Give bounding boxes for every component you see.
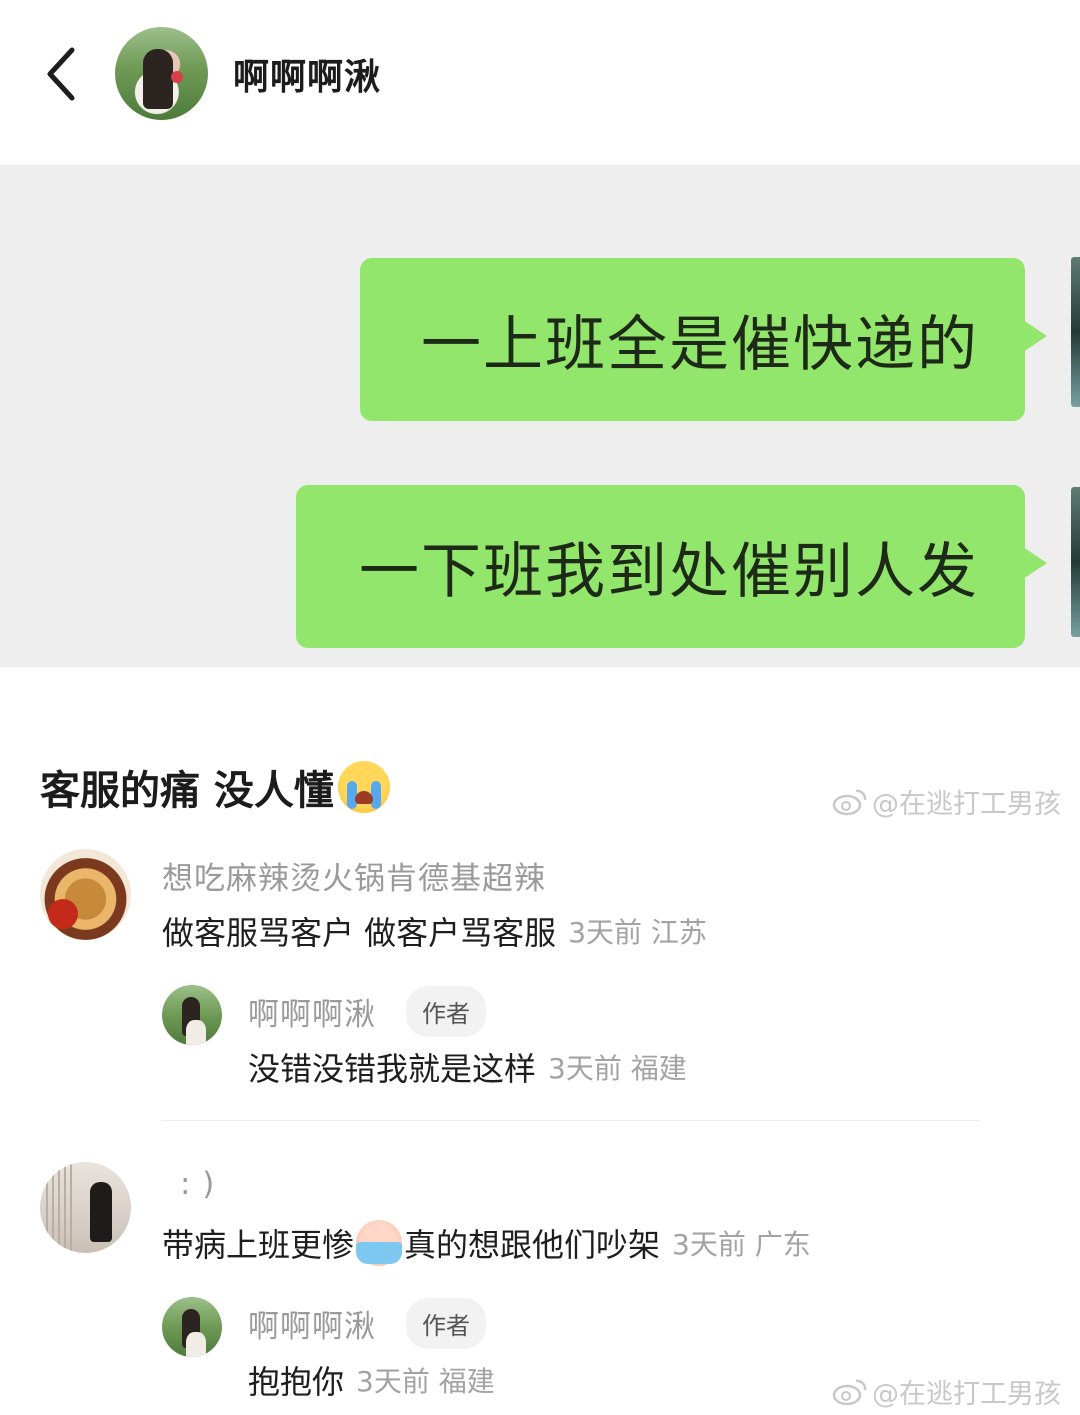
chat-screenshot: 一上班全是催快递的 一下班我到处催别人发 xyxy=(0,165,1080,667)
chat-bubble: 一上班全是催快递的 xyxy=(360,258,1047,421)
avatar[interactable] xyxy=(162,1297,222,1357)
commenter-name[interactable]: 啊啊啊湫 xyxy=(248,989,376,1034)
reply-body: 抱抱你 xyxy=(248,1363,345,1401)
comment-text[interactable]: 做客服骂客户 做客户骂客服 3天前 江苏 xyxy=(162,908,707,954)
avatar[interactable] xyxy=(115,27,208,120)
author-badge: 作者 xyxy=(406,1298,486,1349)
comment-body: 做客服骂客户 做客户骂客服 xyxy=(162,914,557,952)
chat-avatar xyxy=(1071,487,1080,637)
reply-body: 没错没错我就是这样 xyxy=(248,1050,537,1088)
watermark: @在逃打工男孩 xyxy=(832,782,1061,821)
sick-face-icon xyxy=(356,1220,403,1266)
watermark-text: @在逃打工男孩 xyxy=(872,1379,1061,1410)
avatar[interactable] xyxy=(162,985,222,1045)
post-title-text: 客服的痛 没人懂 xyxy=(40,768,334,814)
weibo-icon xyxy=(832,1379,867,1405)
commenter-name[interactable]: : ) xyxy=(180,1166,215,1202)
reply-text[interactable]: 抱抱你 3天前 福建 xyxy=(248,1357,495,1403)
author-badge: 作者 xyxy=(406,986,486,1037)
back-button[interactable] xyxy=(38,42,90,106)
commenter-name[interactable]: 啊啊啊湫 xyxy=(248,1301,376,1346)
comment-text[interactable]: 带病上班更惨 真的想跟他们吵架 3天前 广东 xyxy=(162,1220,811,1266)
watermark: @在逃打工男孩 xyxy=(832,1372,1061,1411)
avatar[interactable] xyxy=(40,1162,131,1253)
comment-meta: 3天前 广东 xyxy=(672,1228,811,1261)
divider xyxy=(162,1120,980,1121)
weibo-icon xyxy=(832,789,867,815)
watermark-text: @在逃打工男孩 xyxy=(872,789,1061,820)
avatar[interactable] xyxy=(40,849,131,940)
commenter-name[interactable]: 想吃麻辣烫火锅肯德基超辣 xyxy=(162,853,546,898)
chat-avatar xyxy=(1071,257,1080,407)
comment-body-part: 带病上班更惨 xyxy=(162,1226,355,1264)
reply-text[interactable]: 没错没错我就是这样 3天前 福建 xyxy=(248,1044,687,1090)
comment-meta: 3天前 江苏 xyxy=(568,916,707,949)
comment-body-part: 真的想跟他们吵架 xyxy=(404,1226,661,1264)
loudly-crying-face-icon xyxy=(337,761,390,813)
comment-meta: 3天前 福建 xyxy=(356,1365,495,1398)
chat-bubble: 一下班我到处催别人发 xyxy=(296,485,1047,648)
page-title: 啊啊啊湫 xyxy=(233,57,382,98)
chevron-left-icon xyxy=(47,47,75,101)
comment-meta: 3天前 福建 xyxy=(548,1052,687,1085)
post-title: 客服的痛 没人懂 xyxy=(40,758,390,816)
